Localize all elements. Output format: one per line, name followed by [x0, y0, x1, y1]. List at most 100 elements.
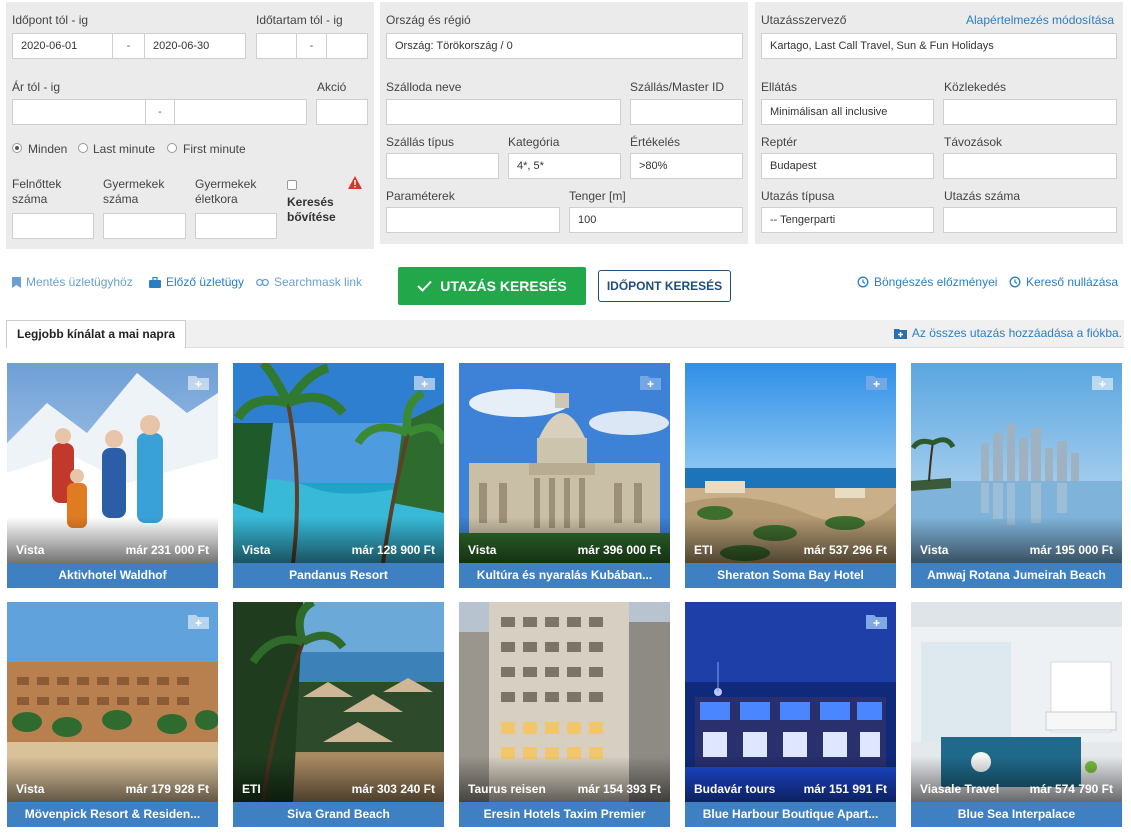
offer-name[interactable]: Eresin Hotels Taxim Premier [459, 802, 670, 827]
date-search-button[interactable]: IDŐPONT KERESÉS [598, 270, 731, 302]
params-label: Paraméterek [386, 189, 455, 203]
offer-card[interactable]: Vista már 231 000 Ft Aktivhotel Waldhof [7, 363, 218, 588]
trip-number-input[interactable] [943, 207, 1117, 233]
offer-price: már 154 393 Ft [577, 782, 661, 796]
acc-type-input[interactable] [386, 153, 499, 179]
offer-name[interactable]: Pandanus Resort [233, 563, 444, 588]
adults-input[interactable] [12, 213, 94, 239]
action-input[interactable] [316, 99, 368, 125]
offer-card[interactable]: Taurus reisen már 154 393 Ft Eresin Hote… [459, 602, 670, 827]
add-to-folder-icon[interactable] [188, 375, 209, 390]
offer-agency: Taurus reisen [468, 782, 546, 796]
add-to-folder-icon[interactable] [866, 375, 887, 390]
hotel-name-input[interactable] [386, 99, 621, 125]
add-to-folder-icon[interactable] [414, 375, 435, 390]
trip-number-label: Utazás száma [944, 189, 1021, 203]
offer-image: Budavár tours már 151 991 Ft [685, 602, 896, 802]
offer-price: már 179 928 Ft [125, 782, 209, 796]
add-to-folder-icon[interactable] [188, 614, 209, 629]
trip-search-button[interactable]: UTAZÁS KERESÉS [398, 267, 586, 305]
trip-type-input[interactable]: -- Tengerparti [761, 207, 934, 233]
sea-input[interactable]: 100 [569, 207, 743, 233]
duration-to-input[interactable] [326, 33, 368, 59]
offer-name[interactable]: Siva Grand Beach [233, 802, 444, 827]
offer-name[interactable]: Kultúra és nyaralás Kubában... [459, 563, 670, 588]
searchmask-link[interactable]: Searchmask link [256, 275, 362, 289]
offer-card[interactable]: Vista már 128 900 Ft Pandanus Resort [233, 363, 444, 588]
rating-input[interactable]: >80% [630, 153, 743, 179]
master-id-label: Szállás/Master ID [630, 80, 725, 94]
offer-image: Vista már 195 000 Ft [911, 363, 1122, 563]
add-to-folder-icon[interactable] [866, 614, 887, 629]
date-to-input[interactable]: 2020-06-30 [144, 33, 246, 59]
offer-image: ETI már 303 240 Ft [233, 602, 444, 802]
country-input[interactable]: Ország: Törökország / 0 [386, 33, 743, 59]
category-input[interactable]: 4*, 5* [508, 153, 621, 179]
history-icon [857, 276, 869, 288]
radio-last-minute-label: Last minute [93, 142, 156, 156]
children-input[interactable] [103, 213, 186, 239]
organizer-input[interactable]: Kartago, Last Call Travel, Sun & Fun Hol… [761, 33, 1117, 59]
children-age-input[interactable] [195, 213, 277, 239]
offer-name[interactable]: Mövenpick Resort & Residen... [7, 802, 218, 827]
price-separator: - [146, 99, 174, 125]
offer-card[interactable]: Vista már 195 000 Ft Amwaj Rotana Jumeir… [911, 363, 1122, 588]
offer-card[interactable]: Budavár tours már 151 991 Ft Blue Harbou… [685, 602, 896, 827]
master-id-input[interactable] [630, 99, 743, 125]
offer-name[interactable]: Sheraton Soma Bay Hotel [685, 563, 896, 588]
save-to-deal-link[interactable]: Mentés üzletügyhöz [12, 275, 133, 289]
check-icon [417, 280, 432, 292]
extend-search-checkbox[interactable] [287, 180, 297, 190]
params-input[interactable] [386, 207, 560, 233]
offer-agency: Vista [468, 543, 497, 557]
offer-image: ETI már 537 296 Ft [685, 363, 896, 563]
price-to-input[interactable] [174, 99, 307, 125]
duration-from-input[interactable] [256, 33, 297, 59]
offer-card[interactable]: Vista már 179 928 Ft Mövenpick Resort & … [7, 602, 218, 827]
children-label: Gyermekek száma [103, 177, 165, 206]
tab-best-offers[interactable]: Legjobb kínálat a mai napra [6, 320, 187, 348]
offer-price: már 151 991 Ft [803, 782, 887, 796]
previous-deal-link[interactable]: Előző üzletügy [149, 275, 244, 289]
price-from-input[interactable] [12, 99, 146, 125]
add-all-label: Az összes utazás hozzáadása a fiókba. [911, 326, 1122, 340]
board-input[interactable]: Minimálisan all inclusive [761, 99, 934, 125]
offer-card[interactable]: ETI már 303 240 Ft Siva Grand Beach [233, 602, 444, 827]
add-to-folder-icon[interactable] [640, 375, 661, 390]
warning-icon [348, 176, 362, 189]
offer-name[interactable]: Blue Sea Interpalace [911, 802, 1122, 827]
offer-card[interactable]: Vista már 396 000 Ft Kultúra és nyaralás… [459, 363, 670, 588]
trip-search-label: UTAZÁS KERESÉS [440, 278, 567, 294]
country-label: Ország és régió [386, 13, 471, 27]
offer-name[interactable]: Blue Harbour Boutique Apart... [685, 802, 896, 827]
organizer-reset-link[interactable]: Alapértelmezés módosítása [966, 13, 1114, 28]
browse-history-link[interactable]: Böngészés előzményei [857, 275, 997, 289]
airport-input[interactable]: Budapest [761, 153, 934, 179]
departures-input[interactable] [943, 153, 1117, 179]
sea-label: Tenger [m] [569, 189, 626, 203]
link-icon [256, 278, 269, 286]
offer-name[interactable]: Aktivhotel Waldhof [7, 563, 218, 588]
radio-all[interactable] [12, 143, 22, 153]
date-from-input[interactable]: 2020-06-01 [12, 33, 113, 59]
offer-name[interactable]: Amwaj Rotana Jumeirah Beach [911, 563, 1122, 588]
offer-card[interactable]: ETI már 537 296 Ft Sheraton Soma Bay Hot… [685, 363, 896, 588]
board-label: Ellátás [761, 80, 798, 94]
offer-price: már 231 000 Ft [125, 543, 209, 557]
offer-price: már 396 000 Ft [577, 543, 661, 557]
rating-label: Értékelés [630, 135, 681, 149]
reset-search-label: Kereső nullázása [1026, 275, 1119, 289]
organizer-label: Utazásszervező [761, 13, 847, 27]
add-all-to-account-link[interactable]: Az összes utazás hozzáadása a fiókba. [893, 326, 1122, 340]
offer-card[interactable]: Viasale Travel már 574 790 Ft Blue Sea I… [911, 602, 1122, 827]
add-to-folder-icon[interactable] [1092, 375, 1113, 390]
reset-search-link[interactable]: Kereső nullázása [1009, 275, 1118, 289]
browse-history-label: Böngészés előzményei [874, 275, 998, 289]
radio-last-minute[interactable] [78, 143, 88, 153]
offer-agency: ETI [694, 543, 713, 557]
radio-first-minute[interactable] [167, 143, 177, 153]
offer-image: Vista már 128 900 Ft [233, 363, 444, 563]
transport-input[interactable] [943, 99, 1117, 125]
previous-deal-label: Előző üzletügy [166, 275, 245, 289]
offer-price: már 128 900 Ft [351, 543, 435, 557]
